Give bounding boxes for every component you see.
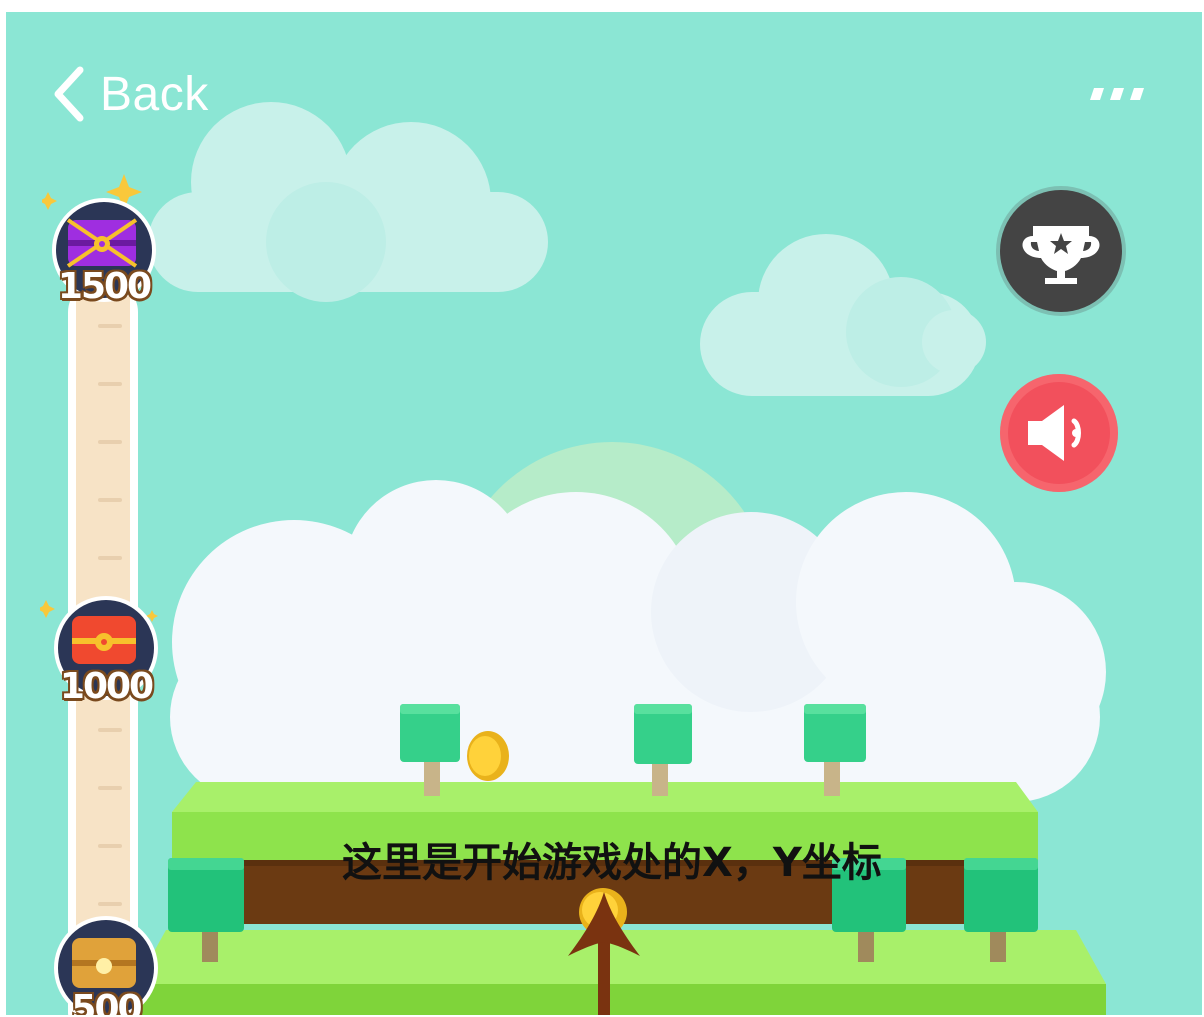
milestone-500: 500 <box>54 916 158 1015</box>
purple-chest-icon <box>66 218 138 268</box>
cloud-top-right <box>700 234 986 396</box>
milestone-1500: 1500 <box>42 174 156 307</box>
gold-chest-icon <box>72 938 136 988</box>
game-scene: Back 1500 1000 500 这里是开始游戏处的X，Y坐标 <box>6 12 1202 1015</box>
start-position-annotation: 这里是开始游戏处的X，Y坐标 <box>342 840 882 886</box>
cloud-top-left <box>148 102 548 302</box>
trophy-icon <box>1022 226 1100 284</box>
back-button[interactable]: Back <box>52 62 209 126</box>
sound-toggle-button[interactable] <box>1000 374 1118 492</box>
up-arrow-icon <box>568 892 640 1015</box>
milestone-label-1500: 1500 <box>57 266 152 307</box>
red-chest-icon <box>72 616 136 664</box>
more-dots-icon[interactable] <box>1086 86 1150 102</box>
coin-upper <box>467 731 509 781</box>
chevron-left-icon <box>54 66 84 122</box>
speaker-icon <box>1028 405 1081 461</box>
milestone-label-1000: 1000 <box>59 666 154 707</box>
milestone-label-500: 500 <box>71 988 142 1015</box>
back-label: Back <box>100 67 209 121</box>
milestone-1000: 1000 <box>40 596 158 707</box>
leaderboard-button[interactable] <box>1000 190 1122 312</box>
